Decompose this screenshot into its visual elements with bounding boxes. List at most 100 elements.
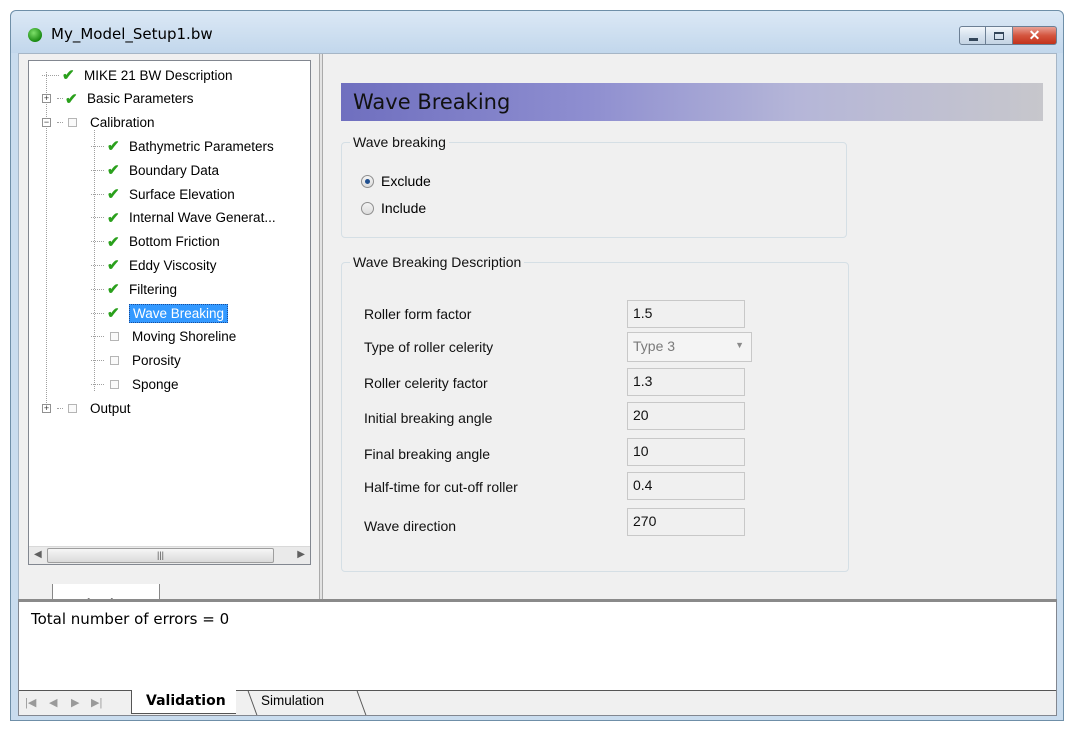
tree-item-label[interactable]: Surface Elevation [129, 187, 235, 202]
scroll-right-icon[interactable]: ▶ [297, 549, 305, 560]
main-content: Wave Breaking Wave breaking Exclude Incl… [328, 54, 1056, 638]
tree-item[interactable]: − Calibration [42, 112, 155, 134]
close-button[interactable]: ✕ [1013, 26, 1057, 45]
maximize-icon [994, 32, 1004, 40]
roller-celerity-type-value: Type 3 [633, 338, 676, 354]
unchecked-square-icon [110, 379, 119, 389]
maximize-button[interactable] [986, 26, 1013, 45]
radio-include-label: Include [381, 200, 427, 216]
tree-item-label[interactable]: Calibration [90, 115, 155, 130]
tree-item[interactable]: ✔ Bathymetric Parameters [91, 135, 274, 157]
final-breaking-angle-field[interactable]: 10 [627, 438, 745, 466]
next-tab-icon[interactable]: ▶ [71, 696, 79, 709]
checkmark-icon: ✔ [107, 209, 120, 227]
tree-item-label[interactable]: Internal Wave Generat... [129, 210, 276, 225]
roller-celerity-type-label: Type of roller celerity [364, 339, 494, 355]
tree-connector [91, 145, 104, 147]
initial-breaking-angle-field[interactable]: 20 [627, 402, 745, 430]
previous-tab-icon[interactable]: ◀ [49, 696, 57, 709]
chevron-down-icon[interactable]: ▼ [735, 340, 744, 350]
tab-validation[interactable]: Validation [131, 690, 236, 714]
scrollbar-thumb[interactable]: ||| [47, 548, 274, 563]
radio-include[interactable]: Include [361, 200, 426, 216]
radio-exclude[interactable]: Exclude [361, 173, 431, 189]
checkmark-icon: ✔ [65, 90, 78, 108]
tree-item-label[interactable]: Filtering [129, 282, 177, 297]
tab-divider [356, 691, 367, 715]
tree-item[interactable]: ✔ Boundary Data [91, 159, 219, 181]
tree-connector [91, 383, 104, 385]
title-bar[interactable]: My_Model_Setup1.bw ✕ [11, 11, 1063, 53]
checkmark-icon: ✔ [107, 281, 120, 299]
description-legend: Wave Breaking Description [353, 254, 522, 270]
tree-item-label[interactable]: Output [90, 401, 131, 416]
roller-celerity-factor-field[interactable]: 1.3 [627, 368, 745, 396]
window-controls: ✕ [959, 26, 1057, 45]
tree-item[interactable]: + ✔ Basic Parameters [42, 88, 194, 110]
roller-celerity-type-select[interactable]: Type 3 ▼ [627, 332, 752, 362]
radio-include-icon[interactable] [361, 201, 374, 215]
tree-item[interactable]: ✔ Surface Elevation [91, 183, 235, 205]
navigation-panel: ✔ MIKE 21 BW Description + ✔ Basic Parameter… [28, 60, 311, 565]
radio-exclude-label: Exclude [381, 173, 431, 189]
last-tab-icon[interactable]: ▶| [91, 696, 102, 709]
tree-item-label[interactable]: Eddy Viscosity [129, 258, 217, 273]
collapse-icon[interactable]: − [42, 118, 51, 128]
tree-item-label[interactable]: Bottom Friction [129, 234, 220, 249]
page-title: Wave Breaking [341, 83, 1043, 121]
checkmark-icon: ✔ [107, 162, 120, 180]
tree-item[interactable]: ✔ MIKE 21 BW Description [42, 64, 233, 86]
roller-celerity-factor-label: Roller celerity factor [364, 375, 488, 391]
checkmark-icon: ✔ [107, 233, 120, 251]
unchecked-square-icon [110, 356, 119, 366]
wave-breaking-group: Wave breaking Exclude Include [341, 134, 847, 238]
tree-connector [91, 288, 104, 290]
minimize-icon [969, 38, 978, 41]
checkmark-icon: ✔ [107, 138, 120, 156]
tree-connector [91, 217, 104, 219]
horizontal-scrollbar[interactable]: ◀ ||| ▶ [29, 546, 310, 564]
wave-breaking-description-group: Wave Breaking Description Roller form fa… [341, 254, 849, 572]
tree-connector [91, 336, 104, 338]
expand-icon[interactable]: + [42, 94, 51, 104]
tree-item[interactable]: + Output [42, 397, 131, 419]
scroll-left-icon[interactable]: ◀ [34, 549, 42, 560]
tree-connector [91, 193, 104, 195]
tree-item-label[interactable]: Sponge [132, 377, 179, 392]
close-icon: ✕ [1028, 27, 1041, 43]
wave-direction-label: Wave direction [364, 518, 457, 534]
navigation-tree: ✔ MIKE 21 BW Description + ✔ Basic Parameter… [29, 61, 310, 546]
tab-simulation[interactable]: Simulation [251, 693, 324, 708]
expand-icon[interactable]: + [42, 403, 51, 413]
minimize-button[interactable] [959, 26, 986, 45]
checkmark-icon: ✔ [107, 186, 120, 203]
tree-item-label[interactable]: Bathymetric Parameters [129, 139, 274, 154]
error-count-text: Total number of errors = 0 [31, 610, 230, 628]
tree-connector [57, 98, 63, 100]
tree-item-label[interactable]: MIKE 21 BW Description [84, 68, 233, 83]
tree-item[interactable]: ✔ Internal Wave Generat... [91, 207, 276, 229]
tree-item-label[interactable]: Boundary Data [129, 163, 219, 178]
tree-item-label[interactable]: Wave Breaking [129, 303, 229, 323]
checkmark-icon: ✔ [107, 305, 120, 322]
tree-item[interactable]: Porosity [91, 350, 181, 372]
tree-item[interactable]: Sponge [91, 373, 179, 395]
tree-item[interactable]: ✔ Filtering [91, 278, 177, 300]
tree-item-label[interactable]: Moving Shoreline [132, 329, 236, 344]
roller-form-factor-field[interactable]: 1.5 [627, 300, 745, 328]
tree-item-label[interactable]: Porosity [132, 353, 181, 368]
tree-connector [91, 360, 104, 362]
tree-item[interactable]: Moving Shoreline [91, 326, 236, 348]
tree-item-label[interactable]: Basic Parameters [87, 91, 194, 106]
unchecked-square-icon [110, 332, 119, 342]
tree-item[interactable]: ✔ Bottom Friction [91, 231, 220, 253]
splitter[interactable] [319, 54, 323, 638]
tree-item[interactable]: ✔ Eddy Viscosity [91, 254, 217, 276]
wave-direction-field[interactable]: 270 [627, 508, 745, 536]
main-window: My_Model_Setup1.bw ✕ ✔ MIKE 21 BW Descrip… [10, 10, 1064, 721]
radio-exclude-icon[interactable] [361, 174, 374, 188]
tree-item[interactable]: ✔ Wave Breaking [91, 302, 229, 324]
half-time-cutoff-roller-field[interactable]: 0.4 [627, 472, 745, 500]
checkmark-icon: ✔ [107, 257, 120, 275]
first-tab-icon[interactable]: |◀ [25, 696, 36, 709]
